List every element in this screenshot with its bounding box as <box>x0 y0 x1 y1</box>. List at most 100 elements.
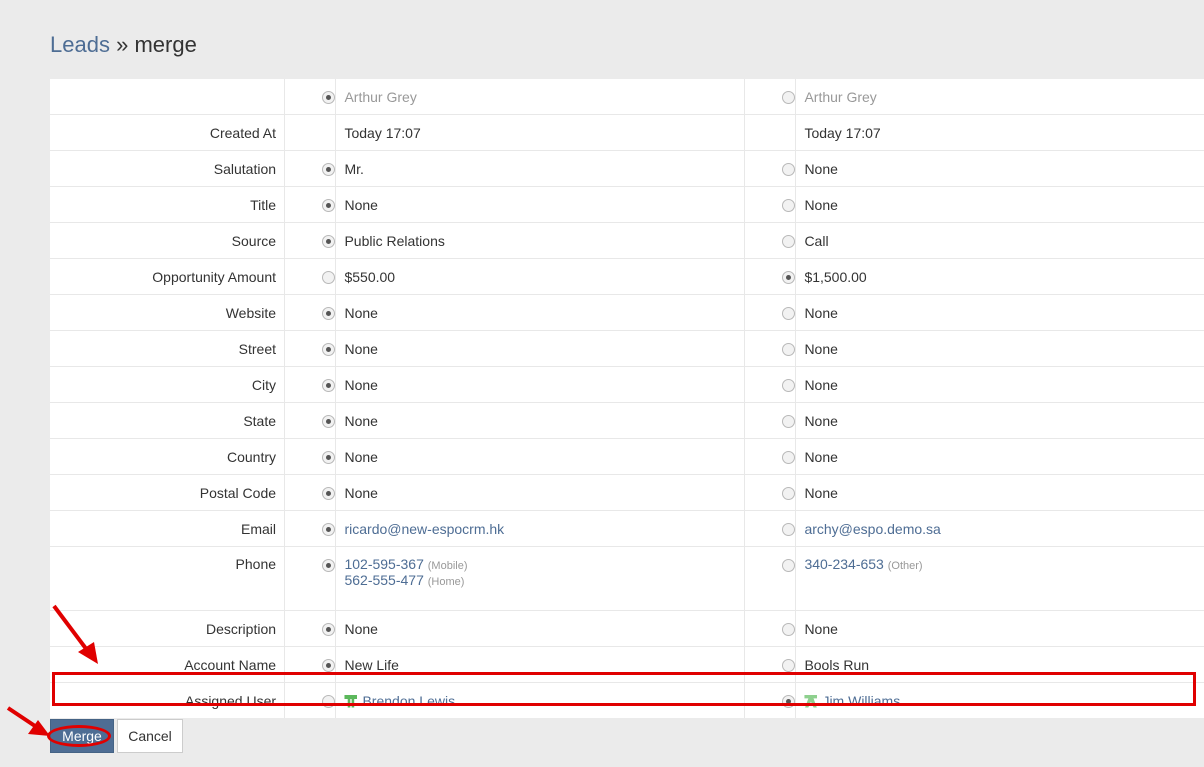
right-value-link[interactable]: archy@espo.demo.sa <box>804 521 940 537</box>
right-radio-button[interactable] <box>782 523 796 537</box>
field-label: Account Name <box>50 646 286 683</box>
left-value-cell: Brendon Lewis <box>335 682 745 718</box>
left-value-cell: New Life <box>335 646 745 683</box>
merge-row: Email ricardo@new-espocrm.hk archy@espo.de… <box>50 510 1204 547</box>
left-radio-button[interactable] <box>322 558 336 572</box>
left-radio-button[interactable] <box>322 415 336 429</box>
left-radio-button[interactable] <box>322 695 336 709</box>
right-radio-button[interactable] <box>782 415 796 429</box>
right-radio-button[interactable] <box>782 695 796 709</box>
breadcrumb-leads-link[interactable]: Leads <box>50 32 110 57</box>
left-value-text: None <box>344 484 378 501</box>
phone-number-link[interactable]: 562-555-477 <box>344 572 423 588</box>
field-label: Postal Code <box>50 474 286 511</box>
right-radio-button[interactable] <box>782 487 796 501</box>
merge-row: Salutation Mr. None <box>50 150 1204 187</box>
phone-number-link[interactable]: 340-234-653 <box>804 556 883 572</box>
right-radio-button[interactable] <box>782 199 796 213</box>
right-radio-cell <box>744 222 796 259</box>
phone-type: (Mobile) <box>427 560 468 572</box>
left-radio-button[interactable] <box>322 659 336 673</box>
left-value-link[interactable]: ricardo@new-espocrm.hk <box>344 521 504 537</box>
left-radio-button[interactable] <box>322 523 336 537</box>
field-label: Salutation <box>50 150 286 187</box>
right-value-cell: None <box>795 366 1204 403</box>
right-radio-cell <box>744 546 796 611</box>
left-value-text: None <box>344 376 378 393</box>
left-value-cell: None <box>335 402 745 439</box>
cancel-button[interactable]: Cancel <box>117 719 183 753</box>
right-value-link[interactable]: Jim Williams <box>822 693 900 709</box>
left-radio-button[interactable] <box>322 163 336 177</box>
right-value-text: None <box>804 448 838 465</box>
right-value-text: None <box>804 376 838 393</box>
right-value-cell: None <box>795 150 1204 187</box>
left-value-text: Today 17:07 <box>344 124 421 141</box>
right-value-text: Bools Run <box>804 656 870 673</box>
left-radio-cell <box>284 114 336 151</box>
right-radio-button[interactable] <box>782 235 796 249</box>
left-value-link[interactable]: Brendon Lewis <box>362 693 455 709</box>
left-radio-button[interactable] <box>322 271 336 285</box>
right-radio-button[interactable] <box>782 91 796 105</box>
field-label: Created At <box>50 114 286 151</box>
left-radio-button[interactable] <box>322 307 336 321</box>
left-radio-cell <box>285 79 336 115</box>
merge-table: Arthur Grey Arthur Grey Created At Today 17… <box>50 79 1204 718</box>
left-value-text: Mr. <box>344 160 364 177</box>
right-radio-button[interactable] <box>782 379 796 393</box>
merge-row: Phone 102-595-367 (Mobile) 562-555-477 (Ho… <box>50 546 1204 611</box>
right-radio-button[interactable] <box>782 451 796 465</box>
right-value-cell: Jim Williams <box>795 682 1204 718</box>
left-radio-button[interactable] <box>322 451 336 465</box>
right-radio-button[interactable] <box>782 558 796 572</box>
phone-entry: 562-555-477 (Home) <box>344 572 736 588</box>
right-value-text: None <box>804 340 838 357</box>
right-radio-cell <box>744 682 796 718</box>
left-radio-button[interactable] <box>322 235 336 249</box>
right-radio-button[interactable] <box>782 271 796 285</box>
left-radio-button[interactable] <box>322 623 336 637</box>
right-radio-cell <box>744 474 796 511</box>
breadcrumb-separator: » <box>116 32 129 57</box>
right-value-text: None <box>804 620 838 637</box>
right-value-text: None <box>804 412 838 429</box>
right-value-cell: $1,500.00 <box>795 258 1204 295</box>
merge-row: Opportunity Amount $550.00 $1,500.00 <box>50 258 1204 295</box>
field-label: City <box>50 366 286 403</box>
left-radio-button[interactable] <box>322 91 336 105</box>
phone-entry: 102-595-367 (Mobile) <box>344 556 736 572</box>
left-radio-button[interactable] <box>322 343 336 357</box>
right-value-cell: None <box>795 330 1204 367</box>
left-radio-button[interactable] <box>322 199 336 213</box>
left-value-text: None <box>344 196 378 213</box>
merge-row: Title None None <box>50 186 1204 223</box>
merge-row: Account Name New Life Bools Run <box>50 646 1204 683</box>
left-radio-cell <box>284 294 336 331</box>
right-value-cell: 340-234-653 (Other) <box>795 546 1204 611</box>
phone-number-link[interactable]: 102-595-367 <box>344 556 423 572</box>
left-value-text: $550.00 <box>344 268 396 285</box>
left-radio-cell <box>284 330 336 367</box>
right-radio-cell <box>744 294 796 331</box>
left-radio-button[interactable] <box>322 379 336 393</box>
right-radio-cell <box>744 610 796 647</box>
left-radio-cell <box>284 222 336 259</box>
left-value-cell: None <box>335 474 745 511</box>
page-title: Leads » merge <box>50 32 197 58</box>
right-radio-button[interactable] <box>782 163 796 177</box>
left-radio-cell <box>284 474 336 511</box>
right-radio-button[interactable] <box>782 343 796 357</box>
right-value-cell: Bools Run <box>795 646 1204 683</box>
right-value-text: None <box>804 304 838 321</box>
right-radio-button[interactable] <box>782 659 796 673</box>
field-label: Email <box>50 510 286 547</box>
right-radio-button[interactable] <box>782 307 796 321</box>
phone-entry: 340-234-653 (Other) <box>804 556 1196 572</box>
right-radio-button[interactable] <box>782 623 796 637</box>
left-radio-button[interactable] <box>322 487 336 501</box>
left-value-text: New Life <box>344 656 399 673</box>
merge-row: City None None <box>50 366 1204 403</box>
right-value-cell: None <box>795 474 1204 511</box>
merge-button[interactable]: Merge <box>50 719 114 753</box>
